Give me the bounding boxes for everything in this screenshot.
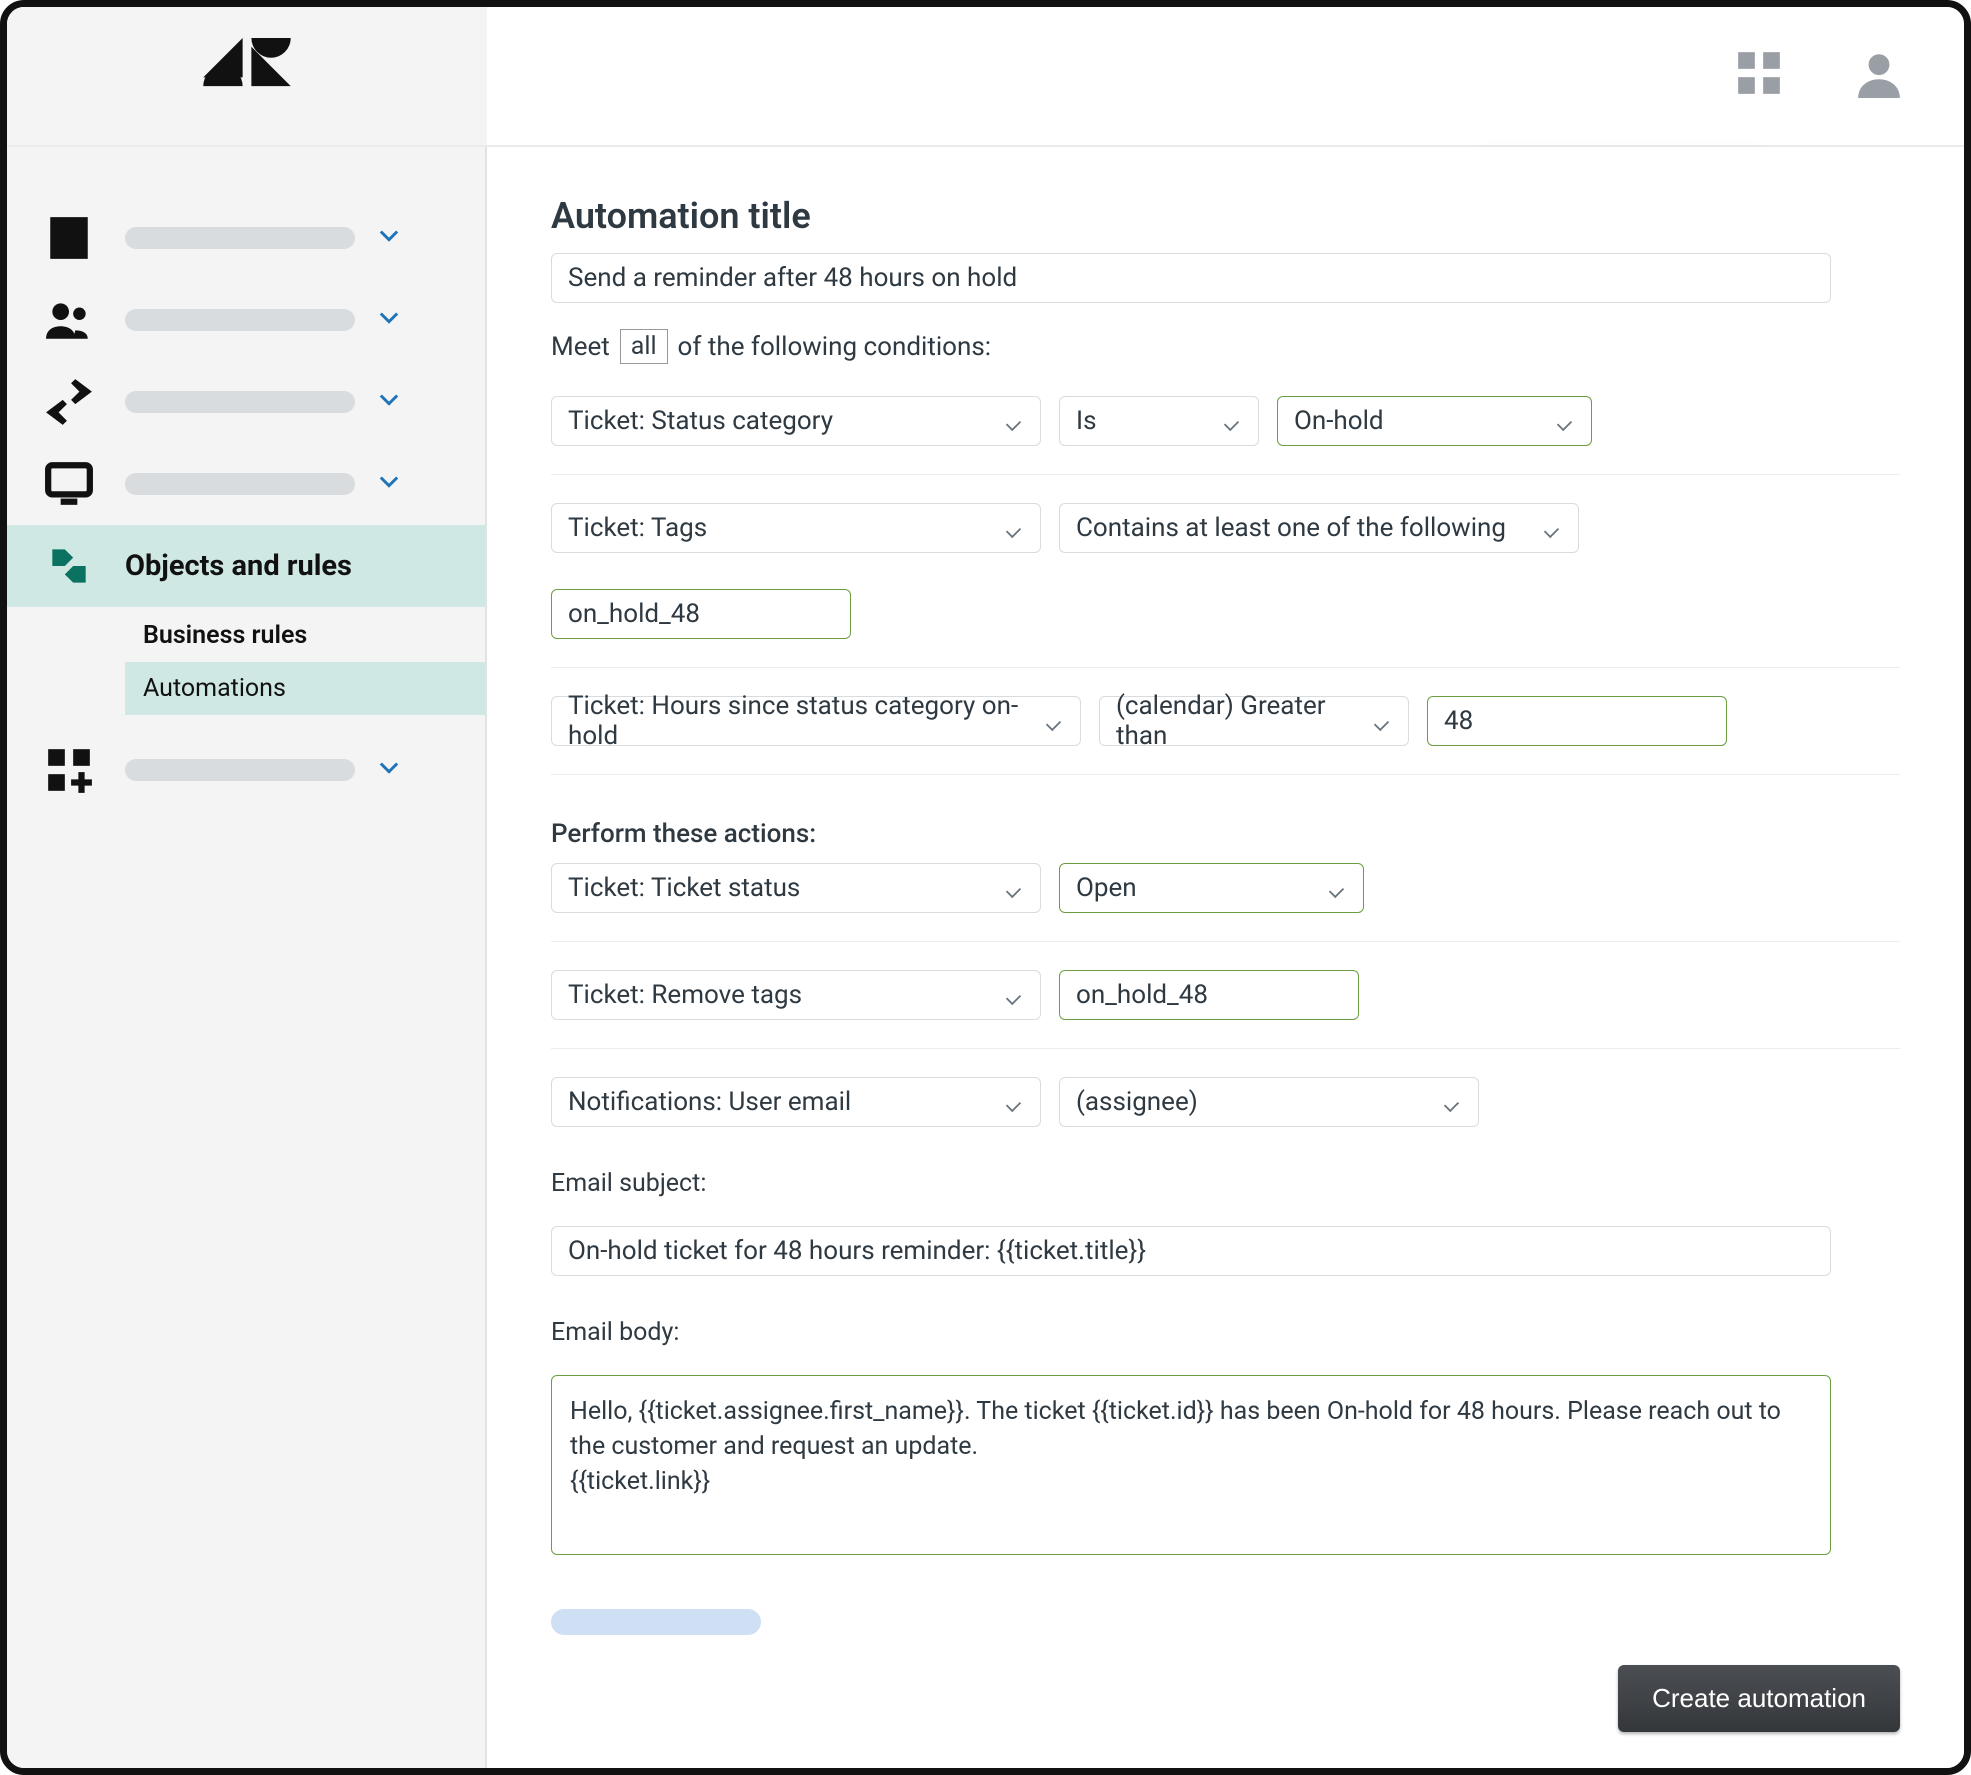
sidebar-sub-business-rules[interactable]: Business rules [125, 609, 485, 662]
email-subject-label: Email subject: [551, 1169, 1900, 1198]
condition-field-select[interactable]: Ticket: Tags [551, 503, 1041, 553]
meet-conditions-line: Meet all of the following conditions: [551, 329, 1900, 364]
condition-row-2: Ticket: Tags Contains at least one of th… [551, 474, 1900, 639]
sidebar-item-4[interactable] [7, 443, 485, 525]
app-window: Admin Center [0, 0, 1971, 1775]
condition-value-select[interactable]: On-hold [1277, 396, 1592, 446]
people-icon [33, 295, 105, 345]
brand-area [7, 7, 487, 145]
placeholder [125, 759, 355, 781]
body: Objects and rules Business rules Automat… [7, 147, 1964, 1768]
condition-field-select[interactable]: Ticket: Hours since status category on-h… [551, 696, 1081, 746]
placeholder-pill [551, 1609, 761, 1635]
main-content: Automation title Send a reminder after 4… [487, 147, 1964, 1768]
zendesk-logo-icon [202, 38, 292, 114]
action-value-select[interactable]: Open [1059, 863, 1364, 913]
sidebar-item-6[interactable] [7, 729, 485, 811]
building-icon [33, 213, 105, 263]
meet-all-select[interactable]: all [620, 329, 668, 364]
action-field-select[interactable]: Ticket: Ticket status [551, 863, 1041, 913]
placeholder [125, 227, 355, 249]
automation-title-input[interactable]: Send a reminder after 48 hours on hold [551, 253, 1831, 303]
sidebar: Objects and rules Business rules Automat… [7, 147, 487, 1768]
user-profile-icon[interactable] [1854, 48, 1904, 104]
chevron-down-icon [375, 385, 405, 419]
action-field-select[interactable]: Ticket: Remove tags [551, 970, 1041, 1020]
sidebar-item-1[interactable] [7, 197, 485, 279]
condition-operator-select[interactable]: Is [1059, 396, 1259, 446]
condition-tag-chip[interactable]: on_hold_48 [551, 589, 851, 639]
sidebar-item-2[interactable] [7, 279, 485, 361]
action-row-3: Notifications: User email (assignee) Ema… [551, 1048, 1900, 1635]
footer: Create automation [1618, 1665, 1900, 1732]
sidebar-item-3[interactable] [7, 361, 485, 443]
workflow-icon [33, 541, 105, 591]
sidebar-item-objects-rules[interactable]: Objects and rules [7, 525, 485, 607]
condition-value-input[interactable]: 48 [1427, 696, 1727, 746]
action-row-1: Ticket: Ticket status Open [551, 863, 1900, 913]
action-field-select[interactable]: Notifications: User email [551, 1077, 1041, 1127]
chevron-down-icon [375, 753, 405, 787]
action-recipient-select[interactable]: (assignee) [1059, 1077, 1479, 1127]
sidebar-sublist: Business rules Automations [125, 609, 485, 715]
condition-operator-select[interactable]: Contains at least one of the following [1059, 503, 1579, 553]
sidebar-label: Objects and rules [125, 549, 459, 583]
actions-header: Perform these actions: [551, 819, 1900, 849]
sidebar-sub-automations[interactable]: Automations [125, 662, 485, 715]
placeholder [125, 473, 355, 495]
email-subject-input[interactable]: On-hold ticket for 48 hours reminder: {{… [551, 1226, 1831, 1276]
arrows-icon [33, 377, 105, 427]
email-body-textarea[interactable] [551, 1375, 1831, 1555]
create-automation-button[interactable]: Create automation [1618, 1665, 1900, 1732]
chevron-down-icon [375, 303, 405, 337]
condition-row-1: Ticket: Status category Is On-hold [551, 396, 1900, 446]
apps-grid-icon[interactable] [1734, 48, 1784, 104]
chevron-down-icon [375, 467, 405, 501]
email-body-label: Email body: [551, 1318, 1900, 1347]
placeholder [125, 309, 355, 331]
monitor-icon [33, 459, 105, 509]
placeholder [125, 391, 355, 413]
condition-operator-select[interactable]: (calendar) Greater than [1099, 696, 1409, 746]
chevron-down-icon [375, 221, 405, 255]
meet-suffix: of the following conditions: [678, 332, 992, 362]
apps-add-icon [33, 745, 105, 795]
condition-field-select[interactable]: Ticket: Status category [551, 396, 1041, 446]
condition-row-3: Ticket: Hours since status category on-h… [551, 667, 1900, 746]
action-value-input[interactable]: on_hold_48 [1059, 970, 1359, 1020]
top-bar [7, 7, 1964, 147]
page-title: Automation title [551, 195, 1900, 237]
meet-prefix: Meet [551, 332, 610, 362]
action-row-2: Ticket: Remove tags on_hold_48 [551, 941, 1900, 1020]
